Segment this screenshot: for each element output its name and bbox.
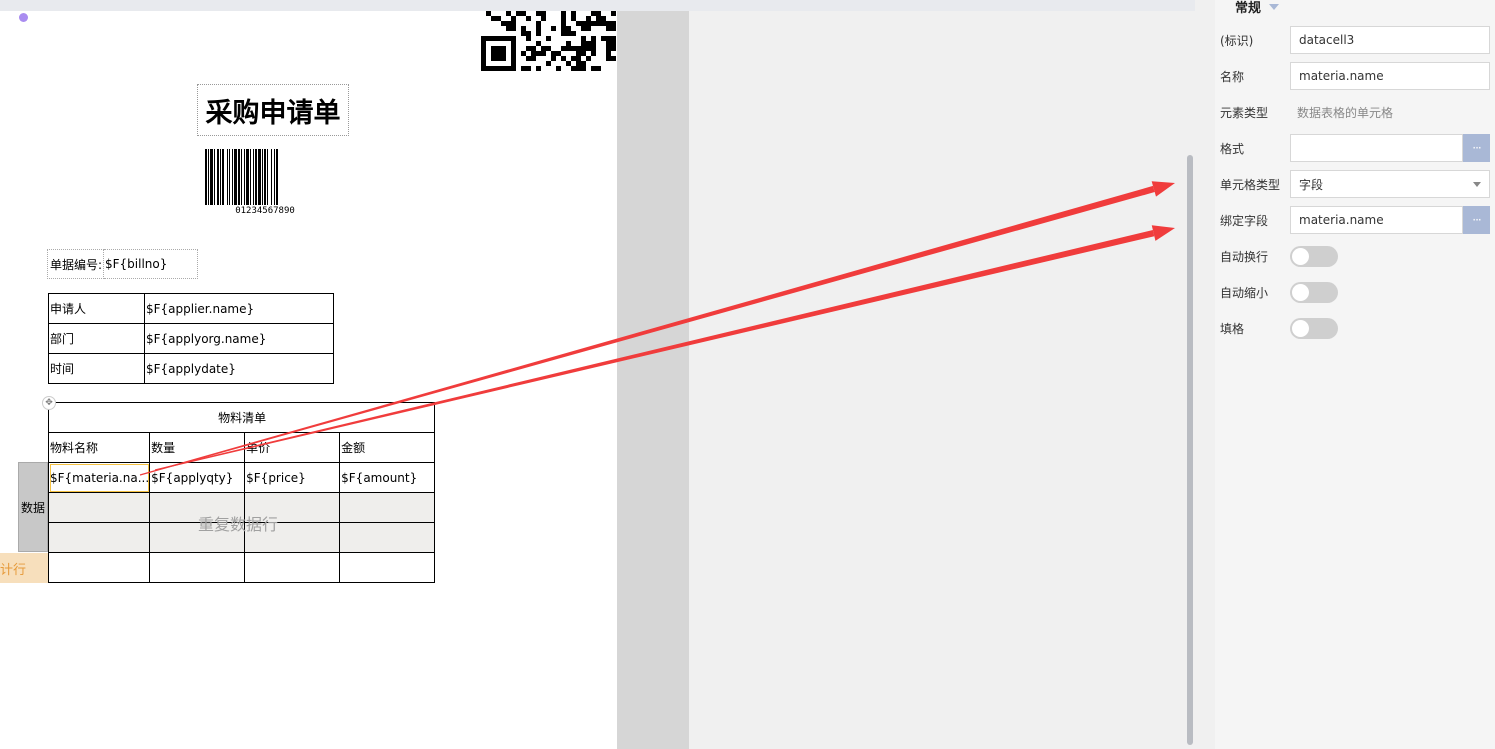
- fill-grid-toggle[interactable]: [1290, 317, 1338, 339]
- info-value-cell[interactable]: $F{applier.name}: [144, 293, 334, 324]
- format-input[interactable]: [1290, 134, 1463, 162]
- selected-data-cell[interactable]: $F{materia.na...: [47, 462, 151, 493]
- total-row: [47, 552, 436, 583]
- report-designer: 采购申请单 01234567890 单据编号: $F{billno} 申请人 $…: [0, 0, 1495, 749]
- material-header-row: 物料名称 数量 单价 金额: [47, 432, 436, 463]
- data-cell[interactable]: $F{applyqty}: [149, 462, 246, 493]
- repeat-cell[interactable]: [339, 492, 436, 523]
- info-label-cell[interactable]: 申请人: [48, 293, 145, 324]
- bind-field-more-button[interactable]: ···: [1463, 206, 1490, 234]
- prop-label: 格式: [1220, 141, 1245, 156]
- table-move-handle-icon[interactable]: ✥: [42, 396, 56, 410]
- top-toolbar-strip: [0, 0, 1215, 11]
- applicant-info-table[interactable]: 申请人 $F{applier.name} 部门 $F{applyorg.name…: [48, 293, 334, 384]
- repeat-cell[interactable]: [47, 522, 151, 553]
- info-value-cell[interactable]: $F{applyorg.name}: [144, 323, 334, 354]
- chevron-down-icon: [1473, 182, 1481, 187]
- info-label-cell[interactable]: 部门: [48, 323, 145, 354]
- prop-name-row: 名称 materia.name: [1220, 62, 1490, 90]
- collapse-arrow-icon[interactable]: [1269, 3, 1280, 10]
- prop-label: 名称: [1220, 69, 1245, 84]
- qr-code[interactable]: [481, 11, 616, 71]
- repeat-row: [47, 522, 436, 553]
- prop-label: 绑定字段: [1220, 213, 1269, 228]
- prop-label: 元素类型: [1220, 105, 1269, 120]
- info-row: 部门 $F{applyorg.name}: [48, 323, 334, 354]
- repeat-row: [47, 492, 436, 523]
- canvas-scrollbar-thumb[interactable]: [1187, 155, 1193, 745]
- cell-type-selected: 字段: [1299, 177, 1324, 192]
- repeat-cell[interactable]: [244, 522, 341, 553]
- repeat-cell[interactable]: [47, 492, 151, 523]
- panel-gap: [1195, 0, 1215, 749]
- repeat-cell[interactable]: [149, 492, 246, 523]
- total-cell[interactable]: [244, 552, 341, 583]
- data-band-label[interactable]: 数据: [18, 462, 48, 552]
- barcode-text: 01234567890: [235, 206, 295, 216]
- prop-label: 自动换行: [1220, 249, 1269, 264]
- repeat-cell[interactable]: [339, 522, 436, 553]
- auto-wrap-toggle[interactable]: [1290, 245, 1338, 267]
- prop-element-type-row: 元素类型 数据表格的单元格: [1220, 98, 1490, 126]
- name-input[interactable]: materia.name: [1290, 62, 1490, 90]
- bind-field-input[interactable]: materia.name: [1290, 206, 1463, 234]
- format-more-button[interactable]: ···: [1463, 134, 1490, 162]
- prop-label: 单元格类型: [1220, 177, 1281, 192]
- toggle-knob: [1292, 319, 1309, 337]
- prop-auto-shrink-row: 自动缩小: [1220, 278, 1490, 306]
- billno-label[interactable]: 单据编号:: [47, 249, 104, 279]
- prop-label: (标识): [1220, 33, 1254, 48]
- prop-cell-type-row: 单元格类型 字段: [1220, 170, 1490, 198]
- header-cell[interactable]: 数量: [149, 432, 246, 463]
- prop-bind-field-row: 绑定字段 materia.name ···: [1220, 206, 1490, 234]
- prop-label: 自动缩小: [1220, 285, 1269, 300]
- toggle-knob: [1292, 283, 1309, 301]
- element-type-value: 数据表格的单元格: [1297, 105, 1394, 120]
- total-cell[interactable]: [47, 552, 151, 583]
- prop-label: 填格: [1220, 321, 1245, 336]
- prop-id-row: (标识) datacell3: [1220, 26, 1490, 54]
- section-title: 常规: [1235, 1, 1262, 16]
- header-cell[interactable]: 金额: [339, 432, 436, 463]
- billno-field[interactable]: 单据编号: $F{billno}: [47, 249, 198, 279]
- data-cell[interactable]: $F{amount}: [339, 462, 436, 493]
- material-title-row: 物料清单: [47, 402, 436, 433]
- panel-section-header[interactable]: 常规: [1235, 0, 1280, 16]
- material-table-title[interactable]: 物料清单: [47, 402, 436, 433]
- id-input[interactable]: datacell3: [1290, 26, 1490, 54]
- header-cell[interactable]: 物料名称: [47, 432, 151, 463]
- repeat-cell[interactable]: [149, 522, 246, 553]
- prop-fill-grid-row: 填格: [1220, 314, 1490, 342]
- prop-auto-wrap-row: 自动换行: [1220, 242, 1490, 270]
- total-cell[interactable]: [149, 552, 246, 583]
- header-cell[interactable]: 单价: [244, 432, 341, 463]
- toggle-knob: [1292, 247, 1309, 265]
- info-row: 时间 $F{applydate}: [48, 353, 334, 384]
- page-margin-band: [617, 11, 689, 749]
- info-value-cell[interactable]: $F{applydate}: [144, 353, 334, 384]
- designer-workspace: [689, 11, 1189, 749]
- page-anchor-dot[interactable]: [19, 13, 28, 22]
- barcode[interactable]: [204, 149, 326, 205]
- prop-format-row: 格式 ···: [1220, 134, 1490, 162]
- repeat-cell[interactable]: [244, 492, 341, 523]
- data-cell[interactable]: $F{price}: [244, 462, 341, 493]
- cell-type-select[interactable]: 字段: [1290, 170, 1490, 198]
- total-cell[interactable]: [339, 552, 436, 583]
- billno-value[interactable]: $F{billno}: [104, 249, 198, 279]
- info-label-cell[interactable]: 时间: [48, 353, 145, 384]
- auto-shrink-toggle[interactable]: [1290, 281, 1338, 303]
- report-title[interactable]: 采购申请单: [197, 84, 349, 136]
- material-data-row: $F{materia.na... $F{applyqty} $F{price} …: [47, 462, 436, 493]
- info-row: 申请人 $F{applier.name}: [48, 293, 334, 324]
- total-band-label[interactable]: 计行: [0, 553, 48, 583]
- material-data-table[interactable]: 物料清单 物料名称 数量 单价 金额 $F{materia.na... $F{a…: [47, 402, 436, 583]
